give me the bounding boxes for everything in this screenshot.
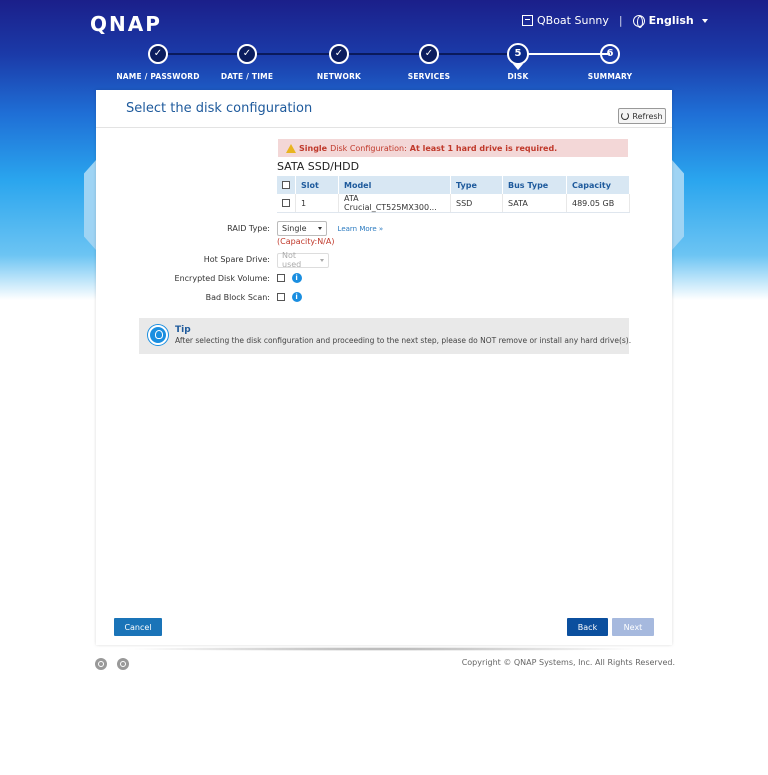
- refresh-label: Refresh: [632, 111, 663, 121]
- cell-capacity: 489.05 GB: [566, 194, 630, 213]
- copyright-icon[interactable]: [117, 658, 129, 670]
- table-row[interactable]: 1 ATA Crucial_CT525MX300... SSD SATA 489…: [277, 194, 630, 213]
- cell-bus-type: SATA: [502, 194, 567, 213]
- chevron-down-icon: [318, 227, 322, 230]
- cell-model: ATA Crucial_CT525MX300...: [338, 194, 451, 213]
- raid-type-row: Single Learn More »: [277, 221, 383, 236]
- warning-banner: Single Disk Configuration: At least 1 ha…: [278, 139, 628, 157]
- cancel-button[interactable]: Cancel: [114, 618, 162, 636]
- decorative-fin-right: [672, 160, 684, 250]
- col-model[interactable]: Model: [338, 176, 451, 194]
- device-icon: [522, 15, 533, 26]
- footer-icons: [95, 658, 139, 670]
- next-button[interactable]: Next: [612, 618, 654, 636]
- warning-mode: Single: [299, 143, 328, 153]
- tip-box: Tip After selecting the disk configurati…: [139, 318, 632, 354]
- row-checkbox[interactable]: [282, 199, 290, 207]
- capacity-note: (Capacity:N/A): [277, 237, 335, 246]
- panel-header: Select the disk configuration Refresh: [96, 90, 672, 128]
- hot-spare-row: Not used: [277, 251, 329, 269]
- hot-spare-value: Not used: [282, 251, 302, 269]
- current-step-pointer: [513, 64, 523, 70]
- select-all-cell: [277, 176, 296, 194]
- language-selector[interactable]: English: [632, 14, 708, 28]
- wizard-panel: Select the disk configuration Refresh Si…: [96, 90, 672, 645]
- cell-slot: 1: [295, 194, 339, 213]
- step-4-label: SERVICES: [407, 72, 451, 81]
- hot-spare-select[interactable]: Not used: [277, 251, 329, 269]
- step-5-label: DISK: [507, 72, 529, 81]
- raid-type-select[interactable]: Single: [277, 221, 327, 236]
- topbar-divider: |: [618, 14, 623, 27]
- step-3-marker: ✓: [329, 44, 349, 64]
- setup-stepper: ✓ ✓ ✓ ✓ 5 6 NAME / PASSWORD DATE / TIME …: [116, 40, 656, 90]
- chevron-down-icon: [701, 18, 708, 23]
- info-icon[interactable]: i: [291, 292, 302, 302]
- stepper-line-upcoming: [525, 53, 610, 55]
- power-icon[interactable]: [95, 658, 107, 670]
- step-3-label: NETWORK: [316, 72, 362, 81]
- step-4-marker: ✓: [419, 44, 439, 64]
- tip-title: Tip: [175, 325, 191, 335]
- device-name: QBoat Sunny: [537, 14, 609, 27]
- copyright-text: Copyright © QNAP Systems, Inc. All Right…: [461, 658, 675, 667]
- step-2-marker: ✓: [237, 44, 257, 64]
- warning-message: At least 1 hard drive is required.: [409, 143, 558, 153]
- col-capacity[interactable]: Capacity: [566, 176, 630, 194]
- table-header-row: Slot Model Type Bus Type Capacity: [277, 176, 630, 194]
- lightbulb-icon: [148, 325, 168, 345]
- refresh-icon: [621, 112, 630, 120]
- row-select-cell: [277, 194, 296, 213]
- raid-type-label: RAID Type:: [227, 224, 270, 233]
- step-1-marker: ✓: [148, 44, 168, 64]
- warning-icon: [286, 143, 296, 153]
- warning-prefix: Disk Configuration:: [330, 143, 407, 153]
- qnap-logo: QNAP: [90, 12, 162, 36]
- panel-shadow: [120, 647, 648, 651]
- bad-block-label: Bad Block Scan:: [205, 293, 270, 302]
- step-2-label: DATE / TIME: [220, 72, 274, 81]
- select-all-checkbox[interactable]: [282, 181, 290, 189]
- disk-section-title: SATA SSD/HDD: [277, 160, 360, 173]
- language-label: English: [648, 14, 694, 27]
- step-6-label: SUMMARY: [587, 72, 633, 81]
- step-5-marker: 5: [507, 43, 529, 65]
- decorative-fin-left: [84, 160, 96, 250]
- page-title: Select the disk configuration: [126, 101, 313, 116]
- back-button[interactable]: Back: [567, 618, 608, 636]
- hot-spare-label: Hot Spare Drive:: [203, 255, 270, 264]
- bad-block-row: i: [277, 292, 302, 302]
- cell-type: SSD: [450, 194, 503, 213]
- encrypted-label: Encrypted Disk Volume:: [174, 274, 270, 283]
- step-1-label: NAME / PASSWORD: [116, 72, 200, 81]
- encrypted-row: i: [277, 273, 302, 283]
- col-bus-type[interactable]: Bus Type: [502, 176, 567, 194]
- encrypted-checkbox[interactable]: [277, 274, 285, 282]
- tip-text: After selecting the disk configuration a…: [175, 336, 632, 345]
- col-type[interactable]: Type: [450, 176, 503, 194]
- refresh-button[interactable]: Refresh: [618, 108, 666, 124]
- disk-table: Slot Model Type Bus Type Capacity 1 ATA …: [277, 176, 630, 213]
- globe-icon: [632, 14, 645, 28]
- step-6-marker: 6: [600, 44, 620, 64]
- info-icon[interactable]: i: [291, 273, 302, 283]
- topbar-right: QBoat Sunny | English: [522, 14, 708, 28]
- chevron-down-icon: [320, 258, 324, 262]
- learn-more-link[interactable]: Learn More »: [338, 225, 384, 233]
- bad-block-checkbox[interactable]: [277, 293, 285, 301]
- raid-type-value: Single: [282, 224, 307, 233]
- col-slot[interactable]: Slot: [295, 176, 339, 194]
